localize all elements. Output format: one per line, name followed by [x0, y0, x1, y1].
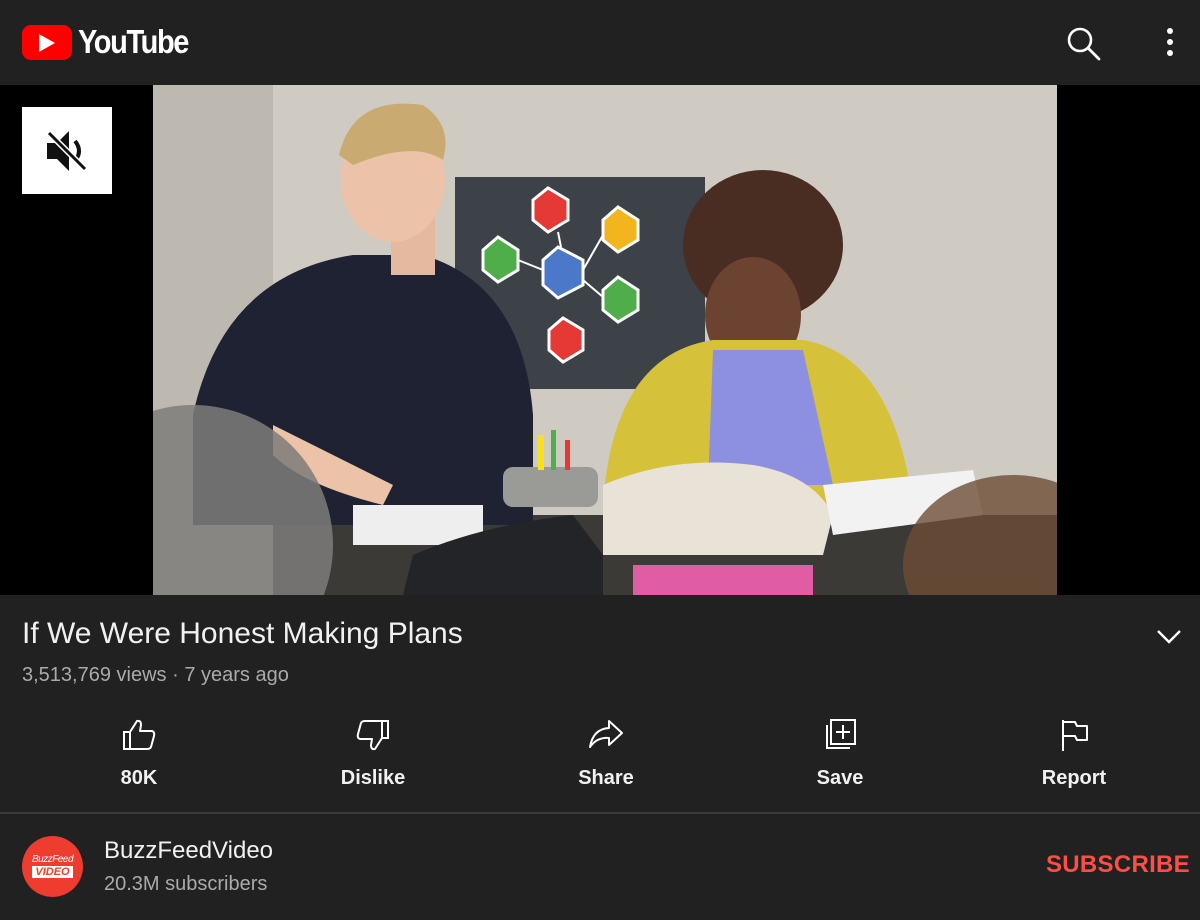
youtube-logo[interactable]: YouTube	[22, 23, 203, 60]
video-meta: 3,513,769 views · 7 years ago	[22, 664, 289, 687]
save-label: Save	[816, 767, 864, 789]
share-button[interactable]: Share	[489, 705, 723, 810]
thumbs-up-icon	[123, 719, 156, 750]
like-button[interactable]: 80K	[22, 705, 256, 810]
play-logo-icon	[22, 24, 72, 60]
volume-muted-icon	[46, 130, 88, 171]
channel-name[interactable]: BuzzFeedVideo	[104, 837, 273, 865]
subscribe-button[interactable]: SUBSCRIBE	[1046, 851, 1190, 879]
video-player[interactable]	[0, 85, 1200, 595]
action-bar: 80K Dislike Share Save Report	[0, 705, 1200, 810]
report-label: Report	[1041, 767, 1107, 789]
video-title: If We Were Honest Making Plans	[22, 617, 463, 650]
chevron-down-icon[interactable]	[1156, 628, 1182, 646]
share-arrow-icon	[589, 720, 623, 748]
subscriber-count: 20.3M subscribers	[104, 873, 268, 895]
view-count: 3,513,769 views	[22, 664, 167, 686]
report-button[interactable]: Report	[957, 705, 1191, 810]
video-frame[interactable]	[153, 85, 1057, 595]
share-label: Share	[578, 767, 634, 789]
video-still	[153, 85, 1057, 595]
flag-icon	[1062, 720, 1088, 751]
search-icon[interactable]	[1065, 25, 1101, 61]
thumbs-down-icon	[356, 720, 389, 751]
more-vertical-icon[interactable]	[1156, 26, 1184, 58]
divider	[0, 812, 1200, 814]
top-app-bar: YouTube	[0, 0, 1200, 85]
logo-text: YouTube	[78, 23, 189, 60]
mute-button[interactable]	[22, 107, 112, 194]
meta-separator: ·	[172, 664, 179, 686]
save-button[interactable]: Save	[723, 705, 957, 810]
avatar-text-top: BuzzFeed	[31, 854, 74, 865]
dislike-button[interactable]: Dislike	[256, 705, 490, 810]
like-count: 80K	[120, 767, 158, 789]
add-to-playlist-icon	[826, 719, 856, 749]
dislike-label: Dislike	[340, 767, 406, 789]
channel-avatar[interactable]: BuzzFeed VIDEO	[22, 836, 83, 897]
avatar-text-bottom: VIDEO	[32, 866, 73, 878]
upload-age: 7 years ago	[184, 664, 289, 686]
